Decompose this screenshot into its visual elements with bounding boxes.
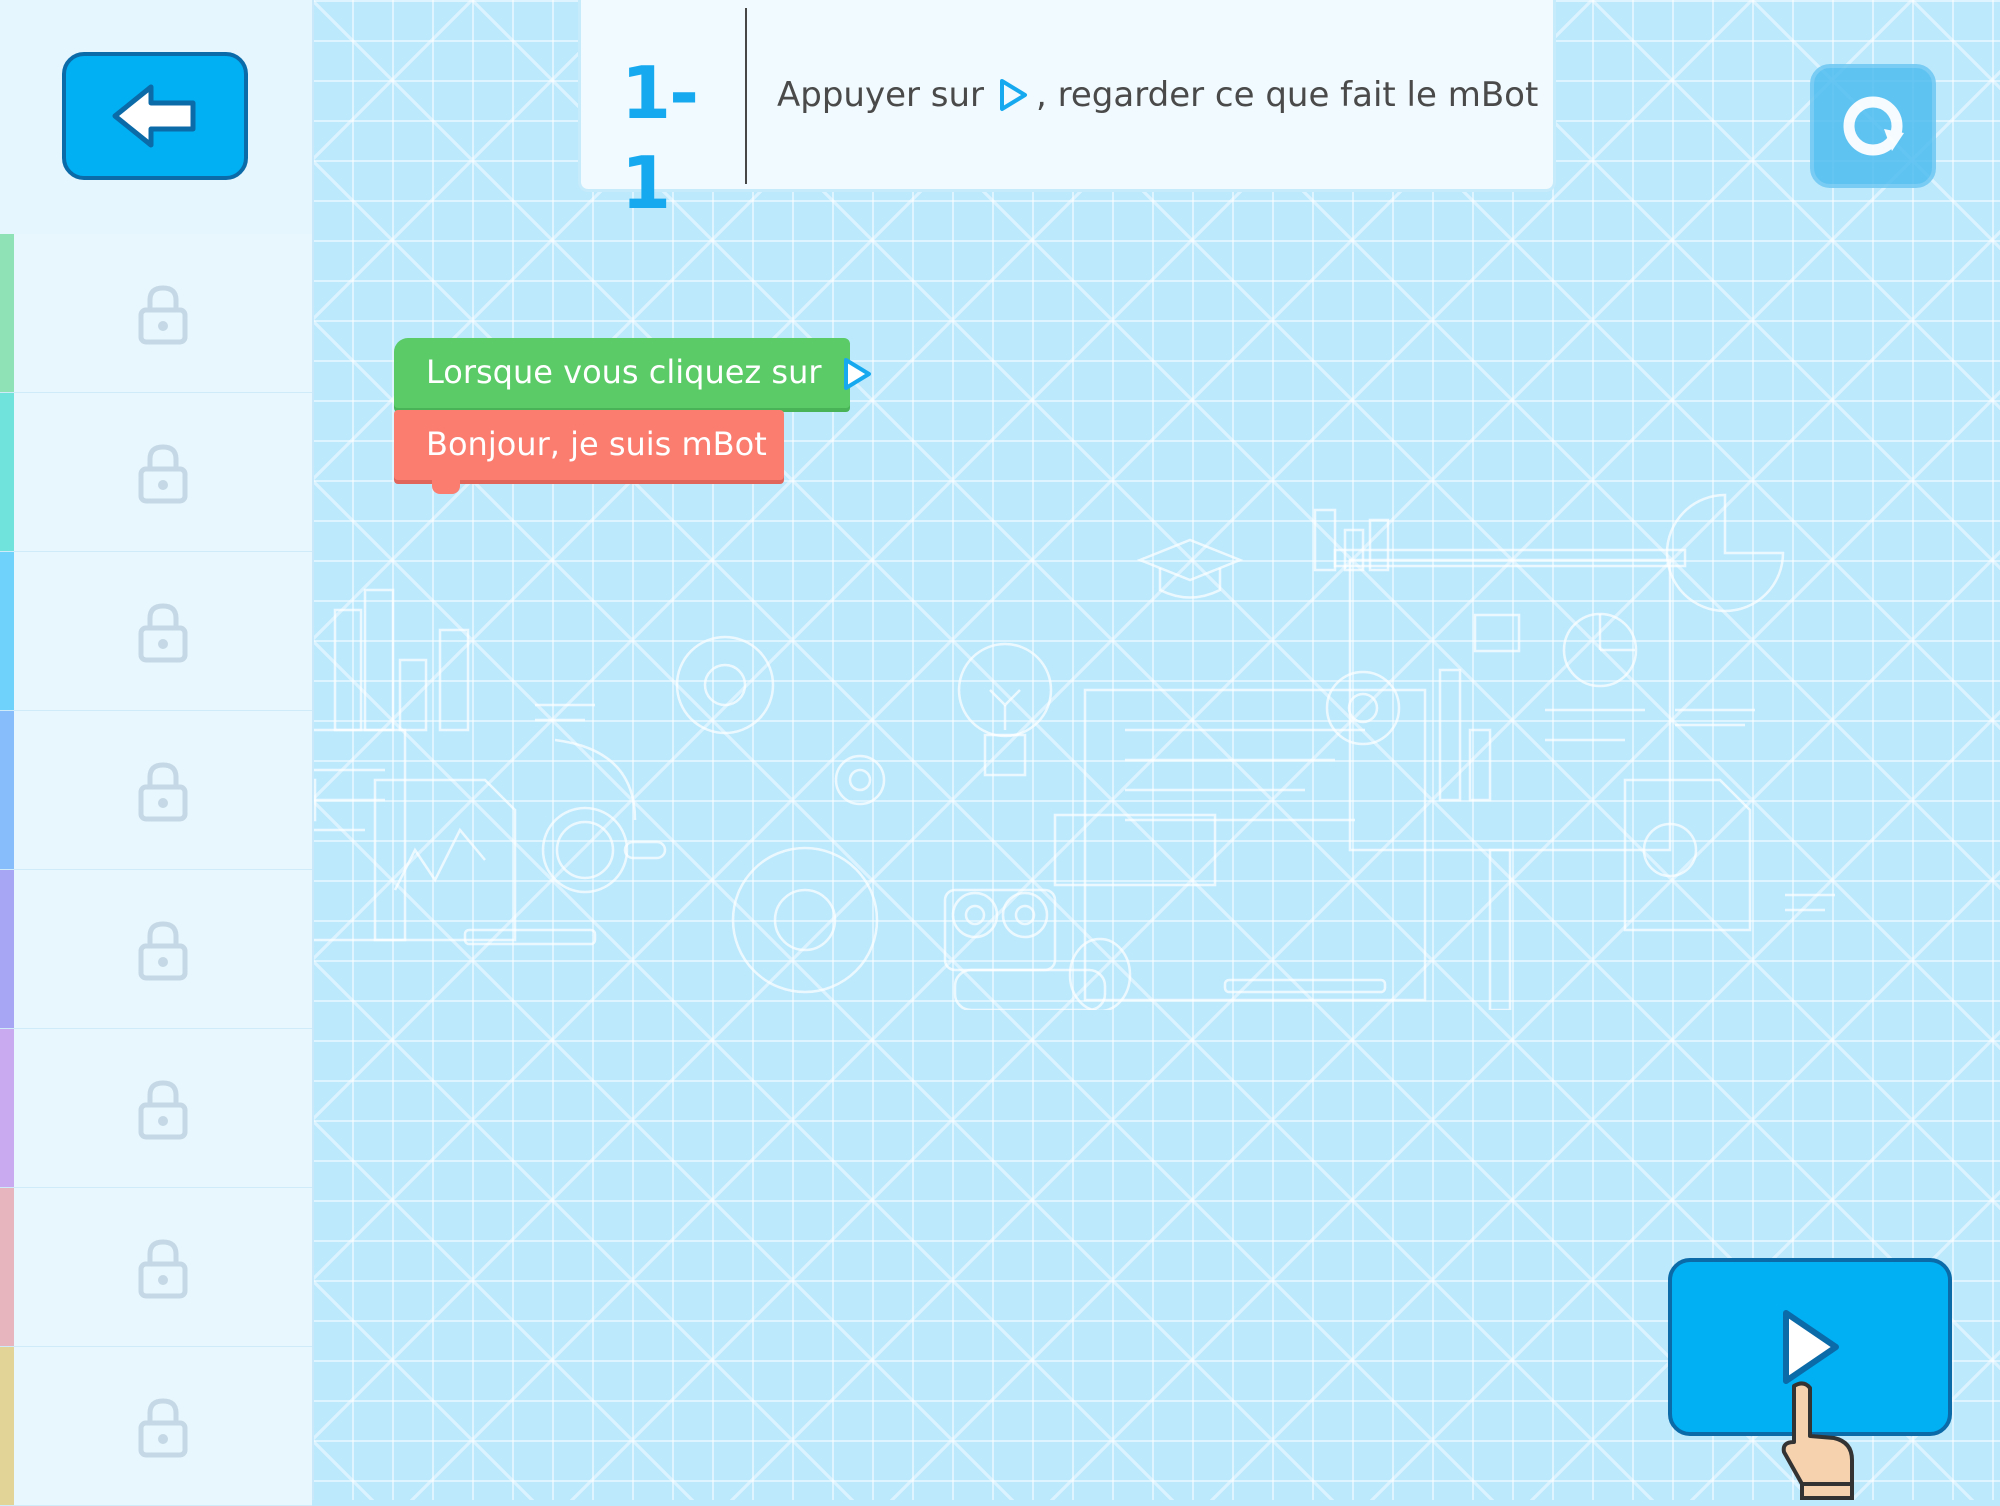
- task-text-before: Appuyer sur: [777, 75, 985, 115]
- level-item-7[interactable]: [0, 1188, 312, 1347]
- task-number: 1-1: [621, 51, 699, 225]
- play-outline-icon: [843, 358, 871, 390]
- lock-icon: [138, 921, 188, 981]
- say-block-label: Bonjour, je suis mBot: [426, 425, 767, 463]
- back-button[interactable]: [62, 52, 248, 180]
- play-outline-icon: [1000, 79, 1028, 111]
- hat-block-label: Lorsque vous cliquez sur: [426, 353, 822, 391]
- level-item-4[interactable]: [0, 711, 312, 870]
- lock-icon: [138, 1239, 188, 1299]
- level-item-5[interactable]: [0, 870, 312, 1029]
- reset-icon: [1843, 96, 1904, 156]
- level-item-1[interactable]: [0, 234, 312, 393]
- say-block[interactable]: Bonjour, je suis mBot: [394, 410, 784, 494]
- task-text-after: , regarder ce que fait le mBot: [1036, 75, 1539, 115]
- block-notch: [432, 480, 460, 494]
- level-item-2[interactable]: [0, 393, 312, 552]
- play-icon: [1783, 1310, 1839, 1384]
- level-item-8[interactable]: [0, 1347, 312, 1506]
- level-color-stripe: [0, 393, 14, 551]
- level-color-stripe: [0, 552, 14, 710]
- lock-icon: [138, 285, 188, 345]
- task-divider: [745, 8, 747, 184]
- when-clicked-block[interactable]: Lorsque vous cliquez sur: [394, 338, 871, 408]
- level-item-6[interactable]: [0, 1029, 312, 1188]
- level-color-stripe: [0, 711, 14, 869]
- level-color-stripe: [0, 234, 14, 392]
- task-instruction: Appuyer sur , regarder ce que fait le mB…: [777, 70, 1538, 120]
- lock-icon: [138, 1398, 188, 1458]
- blueprint-illustration: [223, 493, 1835, 1010]
- pointing-hand-icon: [1781, 1381, 1854, 1500]
- lock-icon: [138, 603, 188, 663]
- arrow-left-icon: [112, 84, 196, 148]
- level-color-stripe: [0, 1347, 14, 1505]
- level-item-3[interactable]: [0, 552, 312, 711]
- task-banner: 1-1 Appuyer sur , regarder ce que fait l…: [578, 0, 1556, 225]
- lock-icon: [138, 762, 188, 822]
- level-list: [0, 234, 312, 1506]
- level-color-stripe: [0, 1029, 14, 1187]
- lock-icon: [138, 444, 188, 504]
- reset-button[interactable]: [1810, 64, 1936, 188]
- level-color-stripe: [0, 1188, 14, 1346]
- level-color-stripe: [0, 870, 14, 1028]
- level-sidebar: [0, 0, 314, 1506]
- lock-icon: [138, 1080, 188, 1140]
